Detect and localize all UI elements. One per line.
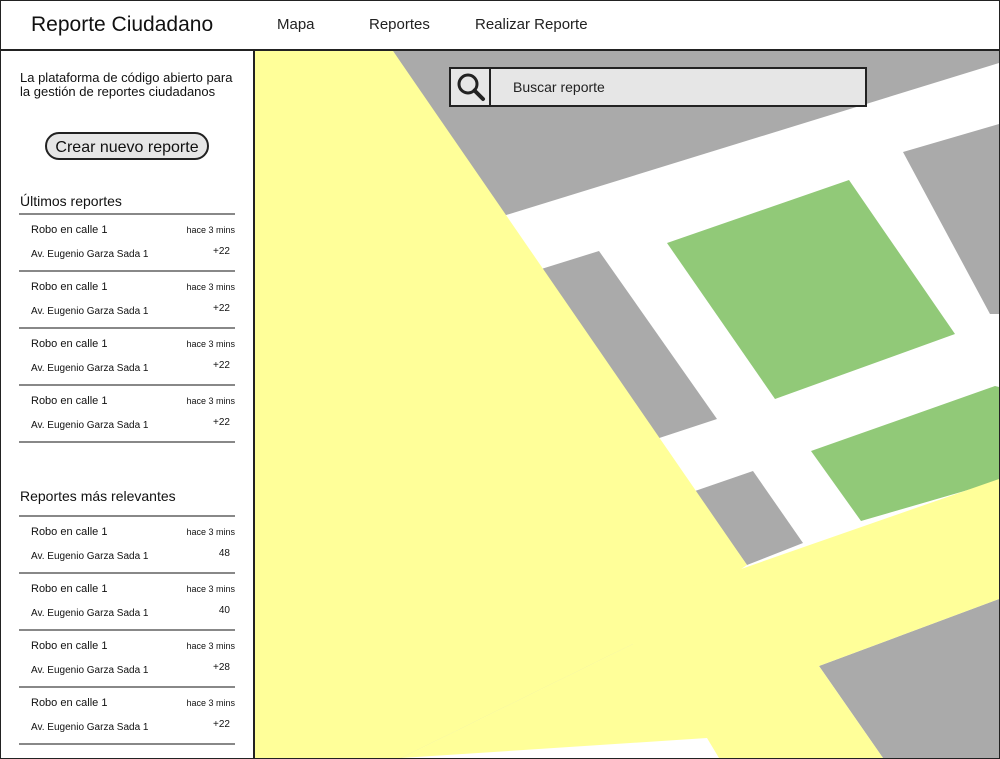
report-title: Robo en calle 1	[31, 338, 108, 350]
report-time: hace 3 mins	[186, 282, 235, 292]
report-address: Av. Eugenio Garza Sada 1	[31, 306, 149, 317]
app-window: Reporte Ciudadano Mapa Reportes Realizar…	[0, 0, 1000, 759]
tagline: La plataforma de código abierto para la …	[20, 70, 233, 99]
report-address: Av. Eugenio Garza Sada 1	[31, 249, 149, 260]
report-address: Av. Eugenio Garza Sada 1	[31, 608, 149, 619]
top-header: Reporte Ciudadano Mapa Reportes Realizar…	[1, 1, 999, 51]
report-count: +22	[213, 417, 230, 428]
report-time: hace 3 mins	[186, 584, 235, 594]
report-count: +22	[213, 360, 230, 371]
report-title: Robo en calle 1	[31, 224, 108, 236]
sidebar: La plataforma de código abierto para la …	[1, 51, 255, 758]
latest-reports-list: Robo en calle 1 hace 3 mins Av. Eugenio …	[19, 213, 235, 443]
report-title: Robo en calle 1	[31, 583, 108, 595]
report-item[interactable]: Robo en calle 1 hace 3 mins Av. Eugenio …	[19, 215, 235, 272]
report-title: Robo en calle 1	[31, 697, 108, 709]
report-title: Robo en calle 1	[31, 640, 108, 652]
relevant-reports-list: Robo en calle 1 hace 3 mins Av. Eugenio …	[19, 515, 235, 745]
report-count: 40	[218, 605, 230, 616]
latest-reports-title: Últimos reportes	[20, 193, 122, 209]
map-view[interactable]	[255, 51, 999, 758]
report-time: hace 3 mins	[186, 527, 235, 537]
report-item[interactable]: Robo en calle 1 hace 3 mins Av. Eugenio …	[19, 517, 235, 574]
search-input[interactable]	[491, 69, 861, 105]
nav-item-reportes[interactable]: Reportes	[369, 16, 430, 33]
report-address: Av. Eugenio Garza Sada 1	[31, 363, 149, 374]
report-item[interactable]: Robo en calle 1 hace 3 mins Av. Eugenio …	[19, 688, 235, 745]
report-time: hace 3 mins	[186, 225, 235, 235]
app-title: Reporte Ciudadano	[31, 13, 214, 36]
search-button[interactable]	[451, 69, 491, 105]
report-item[interactable]: Robo en calle 1 hace 3 mins Av. Eugenio …	[19, 386, 235, 443]
report-time: hace 3 mins	[186, 641, 235, 651]
report-count: +28	[213, 662, 230, 673]
nav-item-realizar-reporte[interactable]: Realizar Reporte	[475, 16, 588, 33]
search-icon	[457, 73, 485, 101]
report-address: Av. Eugenio Garza Sada 1	[31, 665, 149, 676]
report-item[interactable]: Robo en calle 1 hace 3 mins Av. Eugenio …	[19, 272, 235, 329]
create-report-button[interactable]: Crear nuevo reporte	[45, 132, 209, 160]
report-time: hace 3 mins	[186, 339, 235, 349]
report-count: +22	[213, 303, 230, 314]
relevant-reports-title: Reportes más relevantes	[20, 488, 176, 504]
report-title: Robo en calle 1	[31, 281, 108, 293]
report-address: Av. Eugenio Garza Sada 1	[31, 722, 149, 733]
map-canvas[interactable]	[255, 51, 999, 758]
nav-item-mapa[interactable]: Mapa	[277, 16, 315, 33]
report-title: Robo en calle 1	[31, 395, 108, 407]
report-title: Robo en calle 1	[31, 526, 108, 538]
report-address: Av. Eugenio Garza Sada 1	[31, 420, 149, 431]
search-bar	[449, 67, 867, 107]
report-item[interactable]: Robo en calle 1 hace 3 mins Av. Eugenio …	[19, 574, 235, 631]
report-address: Av. Eugenio Garza Sada 1	[31, 551, 149, 562]
report-count: +22	[213, 246, 230, 257]
report-count: +22	[213, 719, 230, 730]
report-time: hace 3 mins	[186, 698, 235, 708]
report-item[interactable]: Robo en calle 1 hace 3 mins Av. Eugenio …	[19, 329, 235, 386]
report-time: hace 3 mins	[186, 396, 235, 406]
report-item[interactable]: Robo en calle 1 hace 3 mins Av. Eugenio …	[19, 631, 235, 688]
report-count: 48	[218, 548, 230, 559]
